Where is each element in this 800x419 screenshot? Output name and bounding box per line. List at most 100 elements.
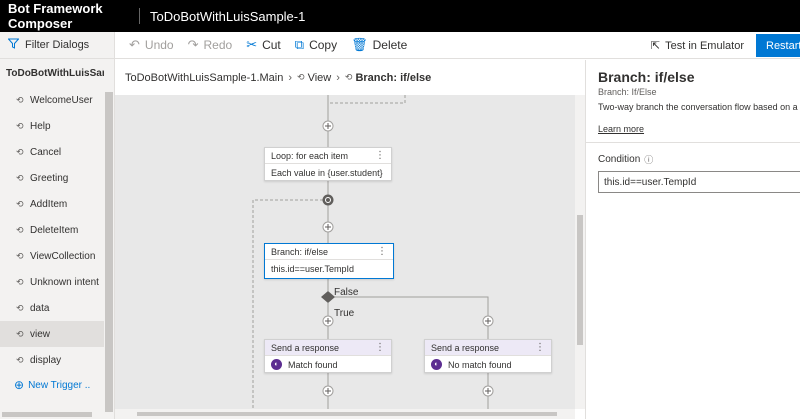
scrollbar-thumb[interactable] — [577, 215, 583, 345]
node-body-text: No match found — [448, 359, 512, 370]
redo-label: Redo — [203, 38, 233, 52]
trigger-icon: ⟲ — [16, 250, 24, 261]
add-action-plus-icon[interactable] — [322, 221, 334, 233]
node-title: Loop: for each item — [271, 150, 349, 161]
emulator-icon: ⇱ — [650, 40, 661, 52]
test-in-emulator-button[interactable]: ⇱ Test in Emulator — [650, 39, 744, 53]
test-in-emulator-label: Test in Emulator — [665, 39, 744, 52]
node-title: Send a response — [431, 342, 500, 353]
panel-description: Two-way branch the conversation flow bas… — [598, 102, 800, 112]
condition-label: Condition — [598, 154, 641, 165]
copy-button[interactable]: ⧉ Copy — [295, 37, 337, 53]
flow-canvas[interactable]: Loop: for each item ⋮ Each value in {use… — [115, 95, 575, 409]
canvas-horizontal-scrollbar[interactable] — [115, 409, 575, 419]
tree-root-dialog[interactable]: ToDoBotWithLuisSam... — [0, 59, 104, 87]
add-action-plus-icon[interactable] — [322, 315, 334, 327]
node-title: Send a response — [271, 342, 340, 353]
node-header: Send a response ⋮ — [265, 340, 391, 356]
sidebar-item-label: ViewCollection — [30, 250, 96, 262]
add-action-plus-icon[interactable] — [322, 385, 334, 397]
sidebar-item-welcomeuser[interactable]: ⟲ WelcomeUser — [0, 87, 104, 113]
title-separator — [139, 8, 140, 24]
trigger-icon: ⟲ — [297, 72, 305, 82]
sidebar-item-viewcollection[interactable]: ⟲ ViewCollection — [0, 243, 104, 269]
node-body: ◐ Match found — [265, 356, 391, 373]
breadcrumb-item-main[interactable]: ToDoBotWithLuisSample-1.Main — [125, 72, 283, 84]
sidebar-item-label: display — [30, 354, 62, 366]
breadcrumb-item-current: Branch: if/else — [355, 71, 432, 84]
sidebar-item-label: Greeting — [30, 172, 69, 184]
node-title: Branch: if/else — [271, 246, 329, 257]
delete-label: Delete — [372, 38, 408, 52]
panel-subtitle: Branch: If/Else — [598, 87, 657, 97]
delete-button[interactable]: 🗑 Delete — [351, 37, 407, 53]
more-options-icon[interactable]: ⋮ — [375, 342, 385, 353]
more-options-icon[interactable]: ⋮ — [375, 150, 385, 161]
dialog-sidebar: Filter Dialogs ToDoBotWithLuisSam... ⟲ We… — [0, 32, 115, 419]
trigger-icon: ⟲ — [16, 94, 24, 105]
learn-more-link[interactable]: Learn more — [586, 112, 800, 134]
undo-icon: ↶ — [129, 37, 140, 52]
sidebar-item-unknown-intent[interactable]: ⟲ Unknown intent — [0, 269, 104, 295]
sidebar-item-label: data — [30, 302, 50, 314]
breadcrumb: ToDoBotWithLuisSample-1.Main › ⟲ View › … — [115, 60, 585, 95]
toolbar-right: ⇱ Test in Emulator Restart — [651, 32, 800, 59]
add-action-plus-icon[interactable] — [482, 385, 494, 397]
canvas-vertical-scrollbar[interactable] — [575, 95, 585, 409]
trigger-icon: ⟲ — [16, 146, 24, 157]
sidebar-item-additem[interactable]: ⟲ AddItem — [0, 191, 104, 217]
undo-label: Undo — [144, 38, 174, 52]
add-action-plus-icon[interactable] — [482, 315, 494, 327]
sidebar-item-deleteitem[interactable]: ⟲ DeleteItem — [0, 217, 104, 243]
node-body: ◐ No match found — [425, 356, 551, 373]
node-header: Send a response ⋮ — [425, 340, 551, 356]
condition-input[interactable]: this.id==user.TempId — [598, 171, 800, 193]
sidebar-item-cancel[interactable]: ⟲ Cancel — [0, 139, 104, 165]
new-trigger-button[interactable]: ⊕ New Trigger .. — [0, 373, 114, 397]
sidebar-item-data[interactable]: ⟲ data — [0, 295, 104, 321]
trigger-icon: ⟲ — [16, 302, 24, 313]
scrollbar-thumb[interactable] — [137, 412, 557, 416]
copy-label: Copy — [309, 38, 338, 52]
redo-button[interactable]: ↷ Redo — [188, 37, 233, 53]
cut-button[interactable]: ✂ Cut — [246, 37, 281, 53]
undo-button[interactable]: ↶ Undo — [129, 37, 174, 53]
sidebar-item-greeting[interactable]: ⟲ Greeting — [0, 165, 104, 191]
false-branch-label: False — [334, 287, 359, 298]
add-action-plus-icon[interactable] — [322, 120, 334, 132]
breadcrumb-item-view[interactable]: View — [308, 72, 332, 84]
sidebar-item-label: Unknown intent — [30, 276, 99, 288]
plus-circle-icon: ⊕ — [14, 378, 25, 392]
trigger-icon: ⟲ — [344, 72, 353, 82]
sidebar-item-view[interactable]: ⟲ view — [0, 321, 104, 347]
node-body-text: Match found — [288, 359, 338, 370]
response-icon: ◐ — [431, 359, 442, 370]
restart-button[interactable]: Restart — [756, 34, 800, 57]
filter-dialogs[interactable]: Filter Dialogs — [0, 32, 114, 59]
sidebar-scrollbar[interactable] — [105, 92, 113, 412]
true-branch-label: True — [334, 308, 355, 319]
send-response-node[interactable]: Send a response ⋮ ◐ Match found — [264, 339, 392, 373]
cut-label: Cut — [262, 38, 281, 52]
new-trigger-label: New Trigger .. — [28, 379, 91, 391]
property-panel: Branch: if/else Branch: If/Else Two-way … — [585, 60, 800, 419]
loop-foreach-node[interactable]: Loop: for each item ⋮ Each value in {use… — [264, 147, 392, 181]
branch-ifelse-node[interactable]: Branch: if/else ⋮ this.id==user.TempId — [264, 243, 394, 279]
redo-icon: ↷ — [187, 37, 199, 52]
trigger-icon: ⟲ — [16, 120, 24, 131]
send-response-node[interactable]: Send a response ⋮ ◐ No match found — [424, 339, 552, 373]
sidebar-item-display[interactable]: ⟲ display — [0, 347, 104, 373]
more-options-icon[interactable]: ⋮ — [377, 246, 387, 257]
condition-label-row: Condition ⓘ — [586, 143, 800, 166]
sidebar-item-label: Help — [30, 120, 51, 132]
visual-editor: ToDoBotWithLuisSample-1.Main › ⟲ View › … — [115, 60, 585, 419]
chevron-right-icon: › — [288, 71, 293, 84]
sidebar-item-help[interactable]: ⟲ Help — [0, 113, 104, 139]
filter-icon — [7, 38, 20, 52]
more-options-icon[interactable]: ⋮ — [535, 342, 545, 353]
sidebar-horizontal-scrollbar[interactable] — [2, 412, 92, 417]
node-body: this.id==user.TempId — [271, 263, 355, 274]
trigger-icon: ⟲ — [16, 328, 24, 339]
response-icon: ◐ — [271, 359, 282, 370]
info-icon[interactable]: ⓘ — [644, 153, 653, 166]
